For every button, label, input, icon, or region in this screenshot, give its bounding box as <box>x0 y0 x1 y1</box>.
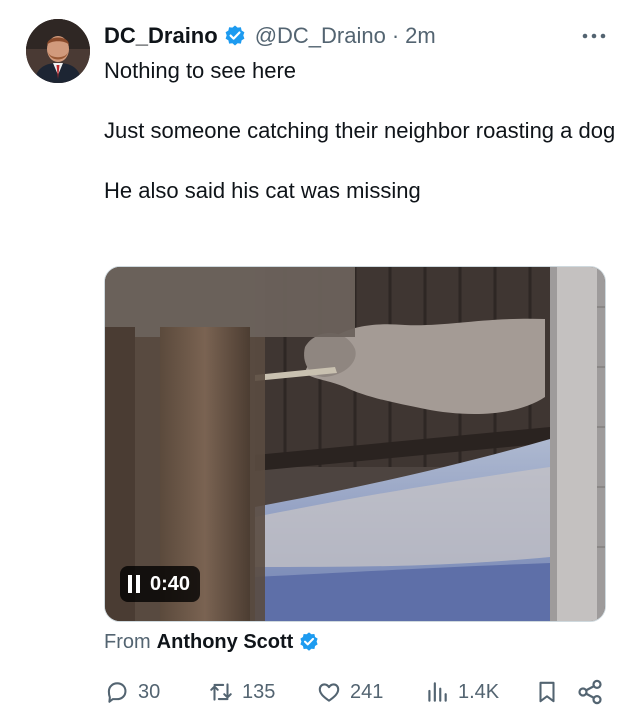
tweet-text: Nothing to see here Just someone catchin… <box>104 56 624 206</box>
bookmark-icon <box>534 679 568 705</box>
author-avatar[interactable] <box>26 19 90 83</box>
views-button[interactable]: 1.4K <box>424 676 499 708</box>
header-separator: · <box>391 23 400 48</box>
tweet-line: He also said his cat was missing <box>104 178 421 203</box>
like-count: 241 <box>350 680 384 703</box>
reply-icon <box>104 679 138 705</box>
repost-icon <box>208 679 242 705</box>
share-icon <box>576 678 612 706</box>
more-options-icon[interactable] <box>580 26 608 46</box>
tweet-line: Just someone catching their neighbor roa… <box>104 118 616 143</box>
reply-button[interactable]: 30 <box>104 676 160 708</box>
repost-button[interactable]: 135 <box>208 676 275 708</box>
reply-count: 30 <box>138 680 161 703</box>
video-duration-badge[interactable]: 0:40 <box>120 566 201 602</box>
verified-badge-icon[interactable] <box>223 24 247 48</box>
views-icon <box>424 679 458 705</box>
author-handle[interactable]: @DC_Draino <box>255 23 386 49</box>
attribution-name[interactable]: Anthony Scott <box>157 631 294 654</box>
attribution-label: From <box>104 630 151 653</box>
tweet-header: DC_Draino @DC_Draino · 2m <box>104 20 436 52</box>
views-count: 1.4K <box>458 680 500 703</box>
bookmark-button[interactable] <box>534 676 568 708</box>
author-display-name[interactable]: DC_Draino <box>104 23 218 49</box>
like-button[interactable]: 241 <box>316 676 383 708</box>
pause-icon[interactable] <box>128 575 142 593</box>
repost-count: 135 <box>242 680 276 703</box>
verified-badge-icon[interactable] <box>298 631 320 653</box>
tweet-actions: 30 135 241 1.4K <box>104 676 614 708</box>
video-duration: 0:40 <box>150 572 191 595</box>
share-button[interactable] <box>576 676 612 708</box>
heart-icon <box>316 679 350 705</box>
video-attribution: From Anthony Scott <box>104 628 320 656</box>
tweet-timestamp[interactable]: 2m <box>405 23 436 49</box>
tweet-line: Nothing to see here <box>104 58 297 83</box>
